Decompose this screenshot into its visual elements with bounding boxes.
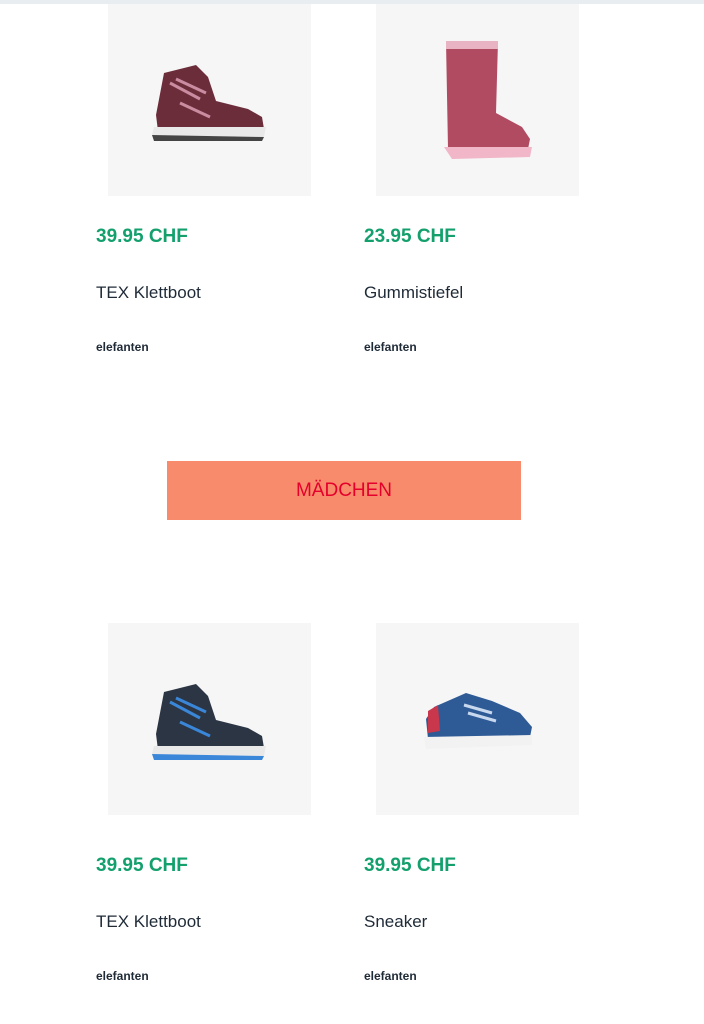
product-image[interactable] <box>376 4 579 196</box>
rain-boot-icon <box>443 41 532 159</box>
product-name[interactable]: Sneaker <box>364 912 427 932</box>
product-image[interactable] <box>108 623 311 815</box>
product-brand: elefanten <box>364 340 417 354</box>
product-image[interactable] <box>108 4 311 196</box>
boot-icon <box>151 684 266 760</box>
product-brand: elefanten <box>96 340 149 354</box>
product-image[interactable] <box>376 623 579 815</box>
product-brand: elefanten <box>364 969 417 983</box>
product-price: 39.95 CHF <box>96 226 188 247</box>
boot-icon <box>151 65 266 141</box>
product-price: 23.95 CHF <box>364 226 456 247</box>
product-price: 39.95 CHF <box>96 855 188 876</box>
product-name[interactable]: Gummistiefel <box>364 283 463 303</box>
top-divider <box>0 0 704 4</box>
product-name[interactable]: TEX Klettboot <box>96 283 201 303</box>
product-brand: elefanten <box>96 969 149 983</box>
product-price: 39.95 CHF <box>364 855 456 876</box>
sneaker-icon <box>423 693 532 749</box>
maedchen-category-button[interactable]: MÄDCHEN <box>167 461 521 520</box>
product-name[interactable]: TEX Klettboot <box>96 912 201 932</box>
